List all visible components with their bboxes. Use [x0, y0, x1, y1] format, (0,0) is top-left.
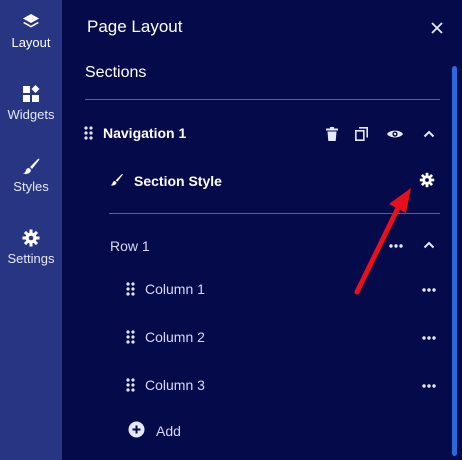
- chevron-up-icon[interactable]: [423, 241, 435, 249]
- layers-icon: [0, 12, 62, 32]
- sections-heading: Sections: [85, 64, 147, 81]
- rail-item-label: Widgets: [7, 107, 55, 122]
- chevron-up-icon[interactable]: [423, 130, 435, 138]
- row-name[interactable]: Row 1: [110, 238, 150, 254]
- annotation-arrow: [354, 188, 411, 295]
- rail-item-layout[interactable]: Layout: [0, 12, 62, 50]
- copy-icon[interactable]: [355, 127, 368, 141]
- close-icon[interactable]: [430, 21, 444, 35]
- gear-icon: [0, 228, 62, 248]
- scrollbar[interactable]: [452, 66, 457, 456]
- left-rail: Layout Widgets Styles Settings: [0, 0, 62, 460]
- rail-item-label: Layout: [11, 35, 51, 50]
- drag-handle-icon[interactable]: [126, 330, 135, 344]
- rail-item-widgets[interactable]: Widgets: [0, 84, 62, 122]
- trash-icon[interactable]: [326, 127, 338, 141]
- rail-item-label: Styles: [13, 179, 49, 194]
- column-label[interactable]: Column 2: [145, 329, 205, 345]
- drag-handle-icon[interactable]: [126, 282, 135, 296]
- widgets-icon: [0, 84, 62, 104]
- more-icon[interactable]: [422, 384, 436, 388]
- column-label[interactable]: Column 1: [145, 281, 205, 297]
- add-icon[interactable]: [128, 421, 145, 438]
- section-name[interactable]: Navigation 1: [103, 125, 186, 141]
- more-icon[interactable]: [422, 336, 436, 340]
- drag-handle-icon[interactable]: [126, 378, 135, 392]
- more-icon[interactable]: [422, 288, 436, 292]
- brush-icon: [0, 156, 62, 176]
- rail-item-settings[interactable]: Settings: [0, 228, 62, 266]
- gear-icon[interactable]: [419, 172, 435, 188]
- panel-title: Page Layout: [87, 17, 183, 36]
- brush-icon: [109, 172, 124, 187]
- column-label[interactable]: Column 3: [145, 377, 205, 393]
- rail-item-styles[interactable]: Styles: [0, 156, 62, 194]
- rail-item-label: Settings: [7, 251, 55, 266]
- drag-handle-icon[interactable]: [84, 126, 93, 140]
- eye-icon[interactable]: [386, 128, 404, 140]
- add-button[interactable]: Add: [156, 423, 181, 439]
- section-style-label[interactable]: Section Style: [134, 173, 222, 189]
- divider: [85, 99, 440, 100]
